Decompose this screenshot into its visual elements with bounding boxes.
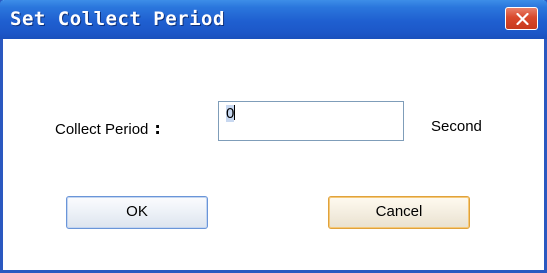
cancel-button[interactable]: Cancel — [328, 196, 470, 229]
window-title: Set Collect Period — [10, 8, 225, 30]
collect-period-label: Collect Period: — [55, 119, 161, 138]
unit-label: Second — [431, 118, 482, 135]
title-bar[interactable]: Set Collect Period — [0, 0, 547, 39]
ok-button[interactable]: OK — [66, 196, 208, 229]
dialog-content: Collect Period: 0 Second OK Cancel — [3, 39, 544, 270]
collect-period-value: 0 — [226, 105, 235, 122]
collect-period-input[interactable]: 0 — [218, 101, 404, 141]
close-button[interactable] — [505, 7, 538, 30]
text-caret — [234, 105, 236, 120]
close-icon — [516, 13, 529, 25]
collect-period-text: Collect Period — [55, 121, 149, 138]
dialog-window: Set Collect Period Collect Period: 0 Sec… — [0, 0, 547, 273]
label-colon: : — [154, 119, 161, 138]
